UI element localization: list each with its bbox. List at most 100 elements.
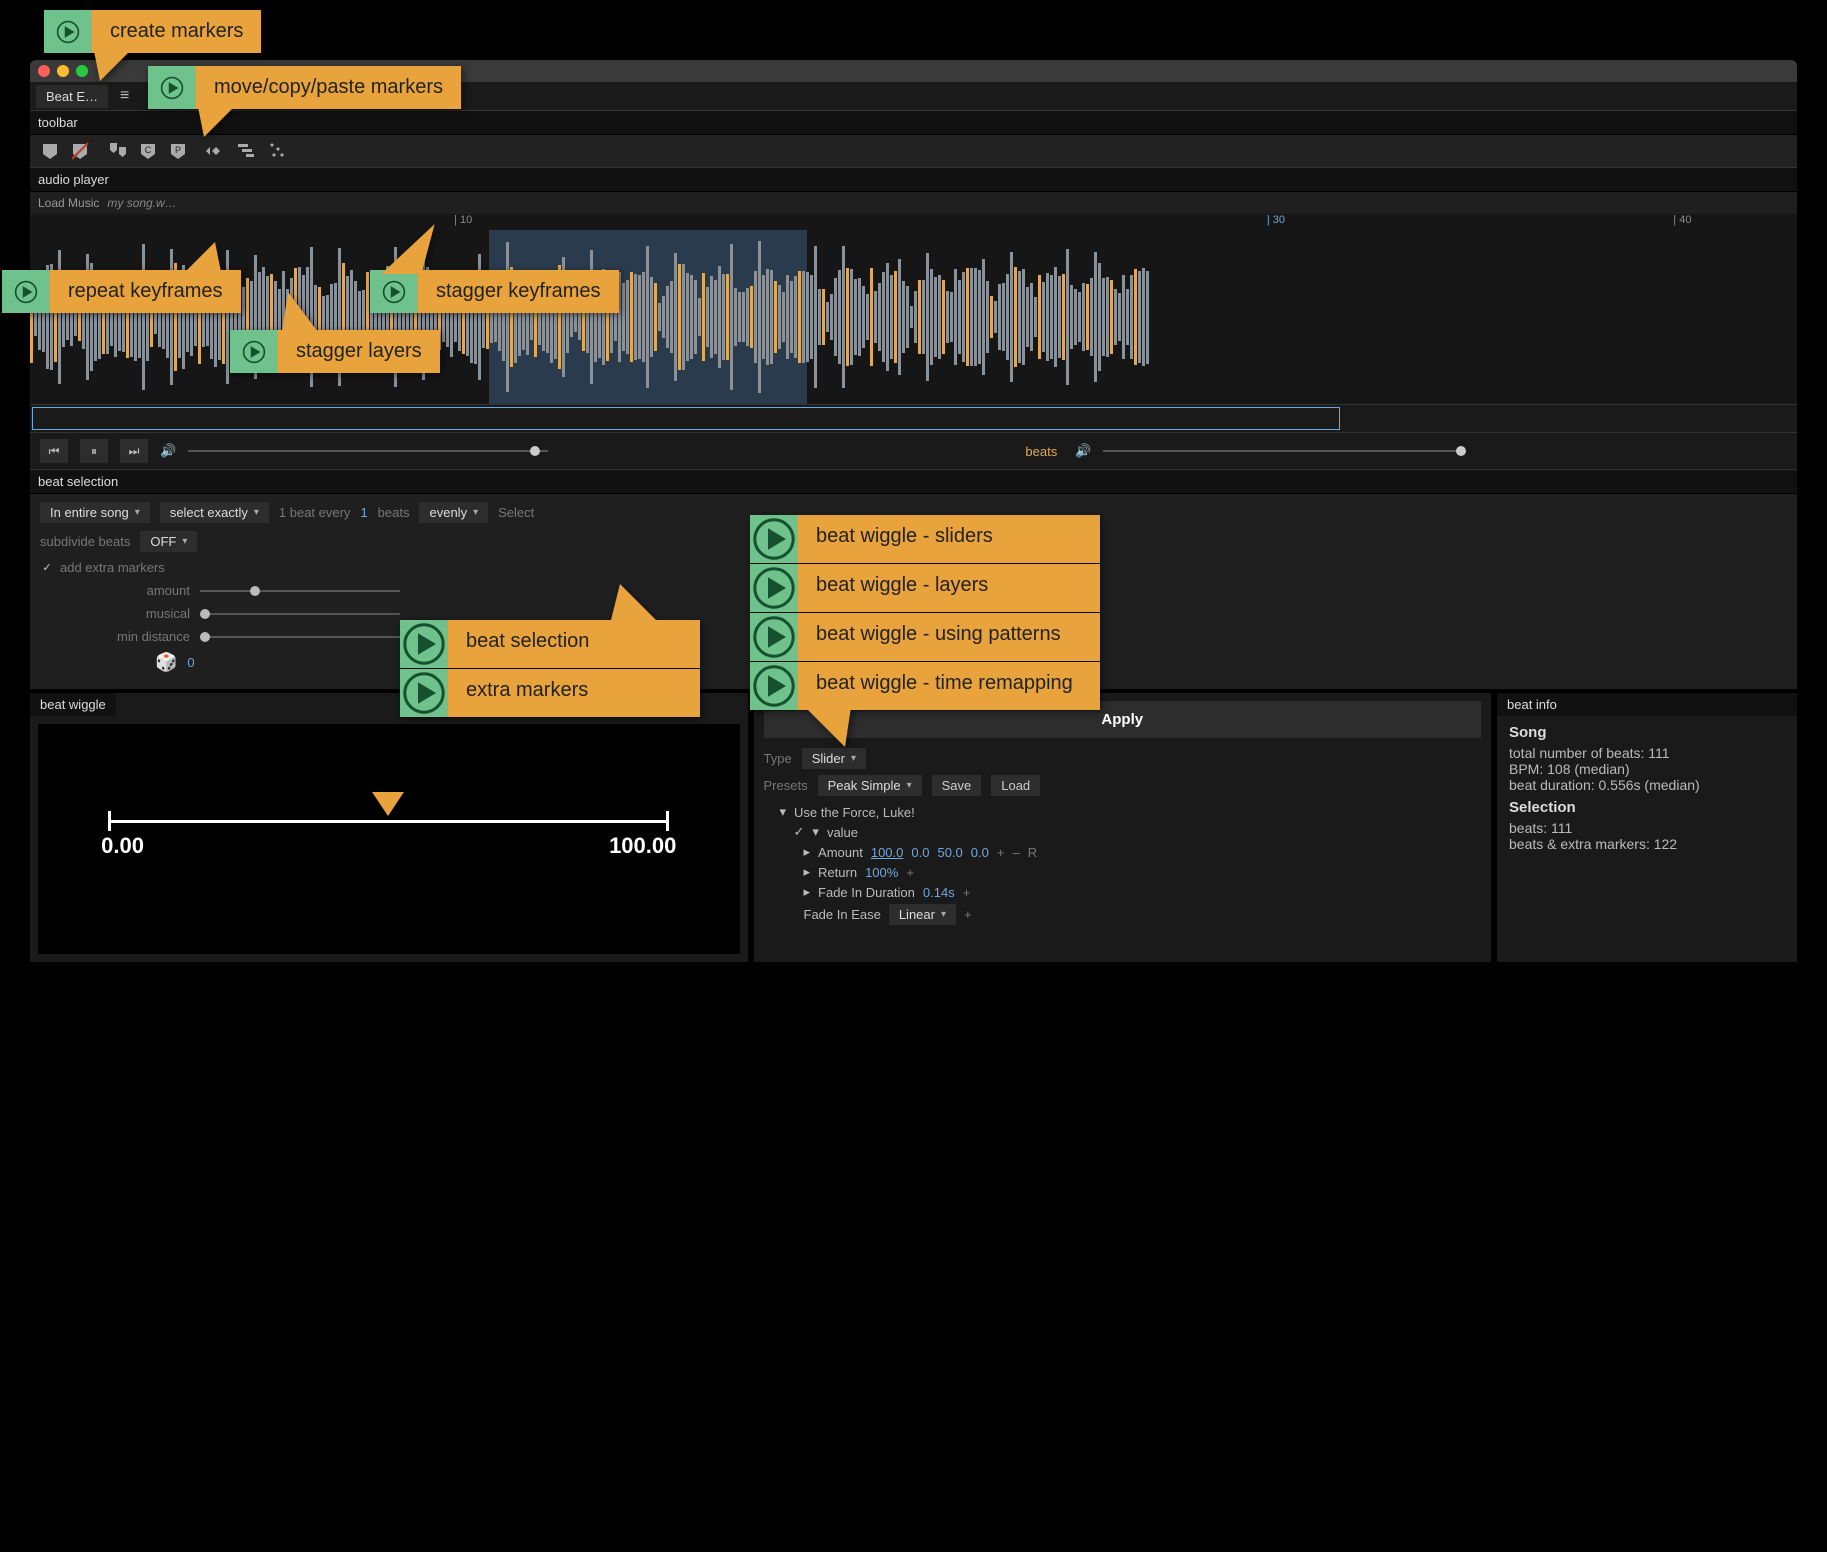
callout-bw-time[interactable]: beat wiggle - time remapping: [750, 662, 1100, 711]
paste-markers-icon[interactable]: P: [168, 141, 188, 161]
expand-icon[interactable]: ▾: [780, 804, 787, 820]
section-beat-selection: beat selection: [30, 469, 1797, 494]
select-mode-dropdown[interactable]: select exactly: [160, 502, 269, 523]
preview-max: 100.00: [609, 833, 676, 859]
play-icon[interactable]: [750, 564, 798, 612]
minimize-window-button[interactable]: [57, 65, 69, 77]
callout-bw-sliders[interactable]: beat wiggle - sliders: [750, 515, 1100, 564]
play-icon[interactable]: [230, 330, 278, 373]
reset-button[interactable]: R: [1028, 845, 1037, 860]
amount-v3[interactable]: 50.0: [937, 845, 962, 860]
delete-markers-icon[interactable]: [70, 141, 90, 161]
add-button[interactable]: +: [963, 885, 971, 900]
section-beat-info: beat info: [1497, 693, 1797, 716]
subdivide-label: subdivide beats: [40, 534, 130, 549]
loaded-filename: my song.w…: [107, 196, 176, 210]
callout-bw-layers[interactable]: beat wiggle - layers: [750, 564, 1100, 613]
add-extra-checkbox[interactable]: add extra markers: [40, 560, 165, 575]
musical-slider[interactable]: [200, 613, 400, 615]
callout-stagger-keyframes[interactable]: stagger keyframes: [370, 270, 619, 313]
play-icon[interactable]: [400, 620, 448, 668]
beats-volume-icon[interactable]: 🔊: [1075, 443, 1091, 459]
move-markers-icon[interactable]: [108, 141, 128, 161]
type-dropdown[interactable]: Slider: [802, 748, 866, 769]
fadein-ease-dropdown[interactable]: Linear: [889, 904, 956, 925]
info-song-h: Song: [1509, 724, 1785, 741]
wiggle-preview: 0.00 100.00: [38, 724, 740, 954]
expand-icon[interactable]: ▸: [804, 844, 811, 860]
play-icon[interactable]: [400, 669, 448, 717]
minimap-viewport[interactable]: [32, 407, 1340, 430]
close-window-button[interactable]: [38, 65, 50, 77]
section-toolbar: toolbar: [30, 110, 1797, 135]
value-prop[interactable]: value: [827, 825, 858, 840]
info-sel-beats: beats: 111: [1509, 820, 1785, 836]
amount-label: amount: [100, 583, 190, 598]
layer-name[interactable]: Use the Force, Luke!: [794, 805, 915, 820]
volume-icon[interactable]: 🔊: [160, 443, 176, 459]
stagger-keyframes-icon[interactable]: [266, 141, 286, 161]
next-button[interactable]: ⏭: [120, 439, 148, 463]
play-icon[interactable]: [750, 662, 798, 710]
zoom-window-button[interactable]: [76, 65, 88, 77]
playhead-indicator: [372, 792, 404, 816]
select-button[interactable]: Select: [498, 505, 534, 520]
load-preset-button[interactable]: Load: [991, 775, 1040, 796]
panel-menu-button[interactable]: ≡: [114, 85, 135, 107]
preset-dropdown[interactable]: Peak Simple: [818, 775, 922, 796]
return-value[interactable]: 100%: [865, 865, 898, 880]
beats-volume-slider[interactable]: [1103, 450, 1463, 452]
random-seed[interactable]: 0: [187, 655, 194, 670]
panel-tab-beat-edit[interactable]: Beat E…: [36, 85, 108, 108]
expand-icon[interactable]: ▾: [812, 824, 819, 840]
callout-beat-selection[interactable]: beat selection: [400, 620, 700, 669]
scope-dropdown[interactable]: In entire song: [40, 502, 150, 523]
stagger-layers-icon[interactable]: [236, 141, 256, 161]
add-dim-button[interactable]: +: [997, 845, 1005, 860]
expand-icon[interactable]: ▸: [804, 884, 811, 900]
save-preset-button[interactable]: Save: [932, 775, 982, 796]
play-icon[interactable]: [148, 66, 196, 109]
callout-create-markers[interactable]: create markers: [44, 10, 261, 53]
callout-move-copy-paste[interactable]: move/copy/paste markers: [148, 66, 461, 109]
info-sel-h: Selection: [1509, 799, 1785, 816]
min-distance-slider[interactable]: [200, 636, 400, 638]
amount-v4[interactable]: 0.0: [971, 845, 989, 860]
info-sel-extra: beats & extra markers: 122: [1509, 836, 1785, 852]
callout-bw-patterns[interactable]: beat wiggle - using patterns: [750, 613, 1100, 662]
prev-button[interactable]: ⏮: [40, 439, 68, 463]
load-music-button[interactable]: Load Music: [38, 196, 99, 210]
repeat-keyframes-icon[interactable]: [206, 141, 226, 161]
subdivide-dropdown[interactable]: OFF: [140, 531, 197, 552]
play-icon[interactable]: [370, 270, 418, 313]
volume-slider[interactable]: [188, 450, 548, 452]
create-markers-icon[interactable]: [40, 141, 60, 161]
play-icon[interactable]: [44, 10, 92, 53]
callout-stagger-layers[interactable]: stagger layers: [230, 330, 440, 373]
callout-repeat-keyframes[interactable]: repeat keyframes: [2, 270, 241, 313]
remove-dim-button[interactable]: –: [1012, 845, 1019, 860]
randomize-button[interactable]: 🎲: [155, 652, 177, 673]
expand-icon[interactable]: ▸: [804, 864, 811, 880]
waveform-minimap[interactable]: [30, 404, 1797, 432]
callout-stack-selection: beat selection extra markers: [400, 620, 700, 718]
toolbar: C P: [30, 135, 1797, 167]
app-window: Beat E… ≡ toolbar C P: [30, 60, 1797, 962]
copy-markers-icon[interactable]: C: [138, 141, 158, 161]
amount-v2[interactable]: 0.0: [911, 845, 929, 860]
distribution-dropdown[interactable]: evenly: [419, 502, 488, 523]
amount-slider[interactable]: [200, 590, 400, 592]
play-icon[interactable]: [2, 270, 50, 313]
add-button[interactable]: +: [964, 907, 972, 922]
every-value[interactable]: 1: [360, 505, 367, 520]
play-icon[interactable]: [750, 515, 798, 563]
every-prefix: 1 beat every: [279, 505, 351, 520]
info-bpm: BPM: 108 (median): [1509, 761, 1785, 777]
callout-extra-markers[interactable]: extra markers: [400, 669, 700, 718]
fadein-value[interactable]: 0.14s: [923, 885, 955, 900]
pause-button[interactable]: ⏸: [80, 439, 108, 463]
value-checkbox[interactable]: ✓: [794, 824, 805, 840]
add-button[interactable]: +: [906, 865, 914, 880]
amount-v1[interactable]: 100.0: [871, 845, 904, 860]
play-icon[interactable]: [750, 613, 798, 661]
